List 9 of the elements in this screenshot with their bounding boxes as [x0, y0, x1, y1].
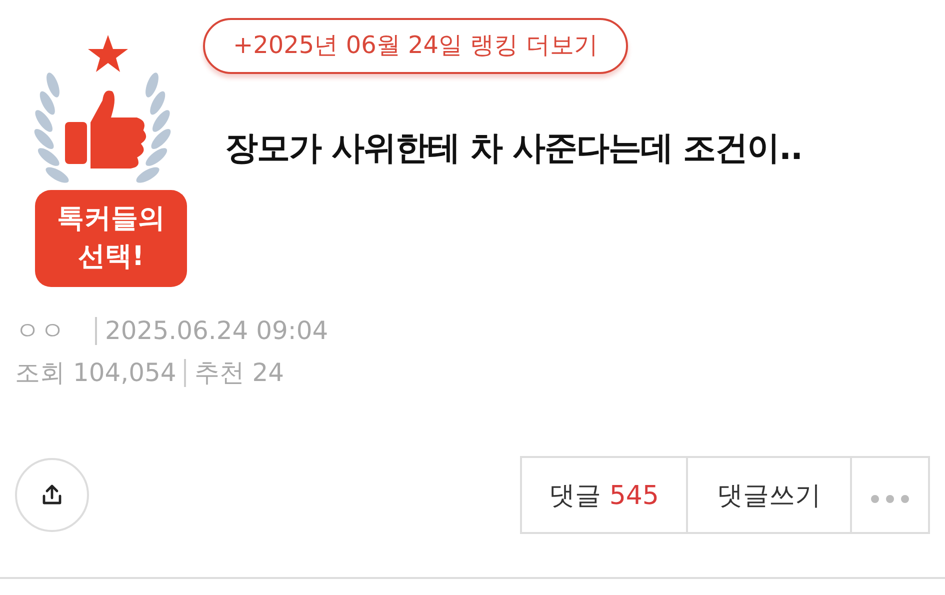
badge-label: 톡커들의 선택! — [35, 190, 187, 287]
post-date: 2025.06.24 09:04 — [105, 315, 328, 347]
post-title: 장모가 사위한테 차 사준다는데 조건이.. — [225, 127, 802, 169]
views-count: 조회 104,054 — [15, 357, 176, 389]
share-icon — [40, 483, 64, 507]
more-icon — [871, 495, 909, 503]
likes-count: 추천 24 — [194, 357, 284, 389]
ranking-link[interactable]: +2025년 06월 24일 랭킹 더보기 — [203, 18, 628, 74]
author-name: ㅇㅇ — [15, 315, 65, 347]
